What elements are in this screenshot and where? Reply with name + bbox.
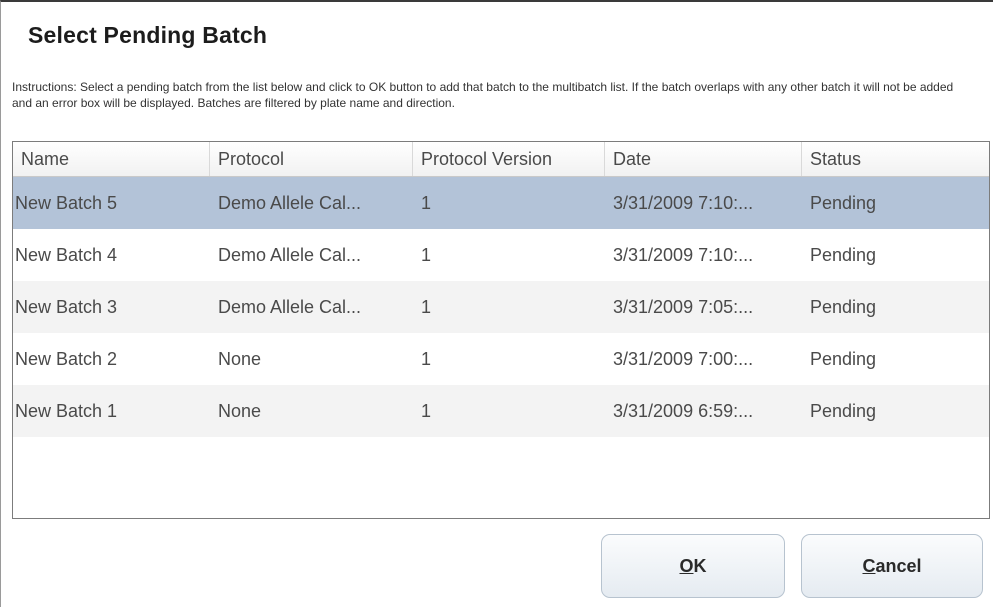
cell-date: 3/31/2009 6:59:... <box>613 401 754 421</box>
cell-name: New Batch 2 <box>15 349 118 369</box>
cell-protocol: Demo Allele Cal... <box>218 245 362 265</box>
batch-table: Name Protocol Protocol Version Date Stat… <box>12 141 990 519</box>
cell-date: 3/31/2009 7:10:... <box>613 245 754 265</box>
cell-name: New Batch 5 <box>15 193 118 213</box>
cell-date: 3/31/2009 7:05:... <box>613 297 754 317</box>
cell-protocol-version: 1 <box>421 245 432 265</box>
cell-date: 3/31/2009 7:10:... <box>613 193 754 213</box>
column-header-protocol-version[interactable]: Protocol Version <box>413 142 605 176</box>
cell-status: Pending <box>810 297 877 317</box>
cell-protocol-version: 1 <box>421 349 432 369</box>
cell-protocol: Demo Allele Cal... <box>218 193 362 213</box>
cell-name: New Batch 4 <box>15 245 118 265</box>
cell-name: New Batch 1 <box>15 401 118 421</box>
cell-protocol: Demo Allele Cal... <box>218 297 362 317</box>
cancel-button[interactable]: Cancel <box>801 534 983 598</box>
cancel-label-rest: ancel <box>875 555 922 576</box>
table-row[interactable]: New Batch 4 Demo Allele Cal... 1 3/31/20… <box>13 229 989 281</box>
cell-status: Pending <box>810 349 877 369</box>
column-header-date[interactable]: Date <box>605 142 802 176</box>
dialog-title: Select Pending Batch <box>28 22 268 48</box>
column-header-protocol[interactable]: Protocol <box>210 142 413 176</box>
cell-status: Pending <box>810 245 877 265</box>
cell-protocol-version: 1 <box>421 193 432 213</box>
cell-protocol-version: 1 <box>421 297 432 317</box>
cell-status: Pending <box>810 193 877 213</box>
ok-label-rest: K <box>693 555 707 576</box>
ok-button[interactable]: OK <box>601 534 785 598</box>
ok-mnemonic: O <box>679 555 694 576</box>
table-row[interactable]: New Batch 1 None 1 3/31/2009 6:59:... Pe… <box>13 385 989 437</box>
table-row[interactable]: New Batch 3 Demo Allele Cal... 1 3/31/20… <box>13 281 989 333</box>
table-row[interactable]: New Batch 2 None 1 3/31/2009 7:00:... Pe… <box>13 333 989 385</box>
column-header-name[interactable]: Name <box>13 142 210 176</box>
cell-protocol-version: 1 <box>421 401 432 421</box>
table-header: Name Protocol Protocol Version Date Stat… <box>13 142 989 177</box>
table-row[interactable]: New Batch 5 Demo Allele Cal... 1 3/31/20… <box>13 177 989 229</box>
column-header-status[interactable]: Status <box>802 142 989 176</box>
cell-status: Pending <box>810 401 877 421</box>
cell-protocol: None <box>218 349 262 369</box>
cancel-mnemonic: C <box>862 555 876 576</box>
instructions-text: Instructions: Select a pending batch fro… <box>12 80 954 110</box>
cell-date: 3/31/2009 7:00:... <box>613 349 754 369</box>
cell-protocol: None <box>218 401 262 421</box>
select-pending-batch-dialog: Select Pending Batch Instructions: Selec… <box>0 0 993 607</box>
cell-name: New Batch 3 <box>15 297 118 317</box>
